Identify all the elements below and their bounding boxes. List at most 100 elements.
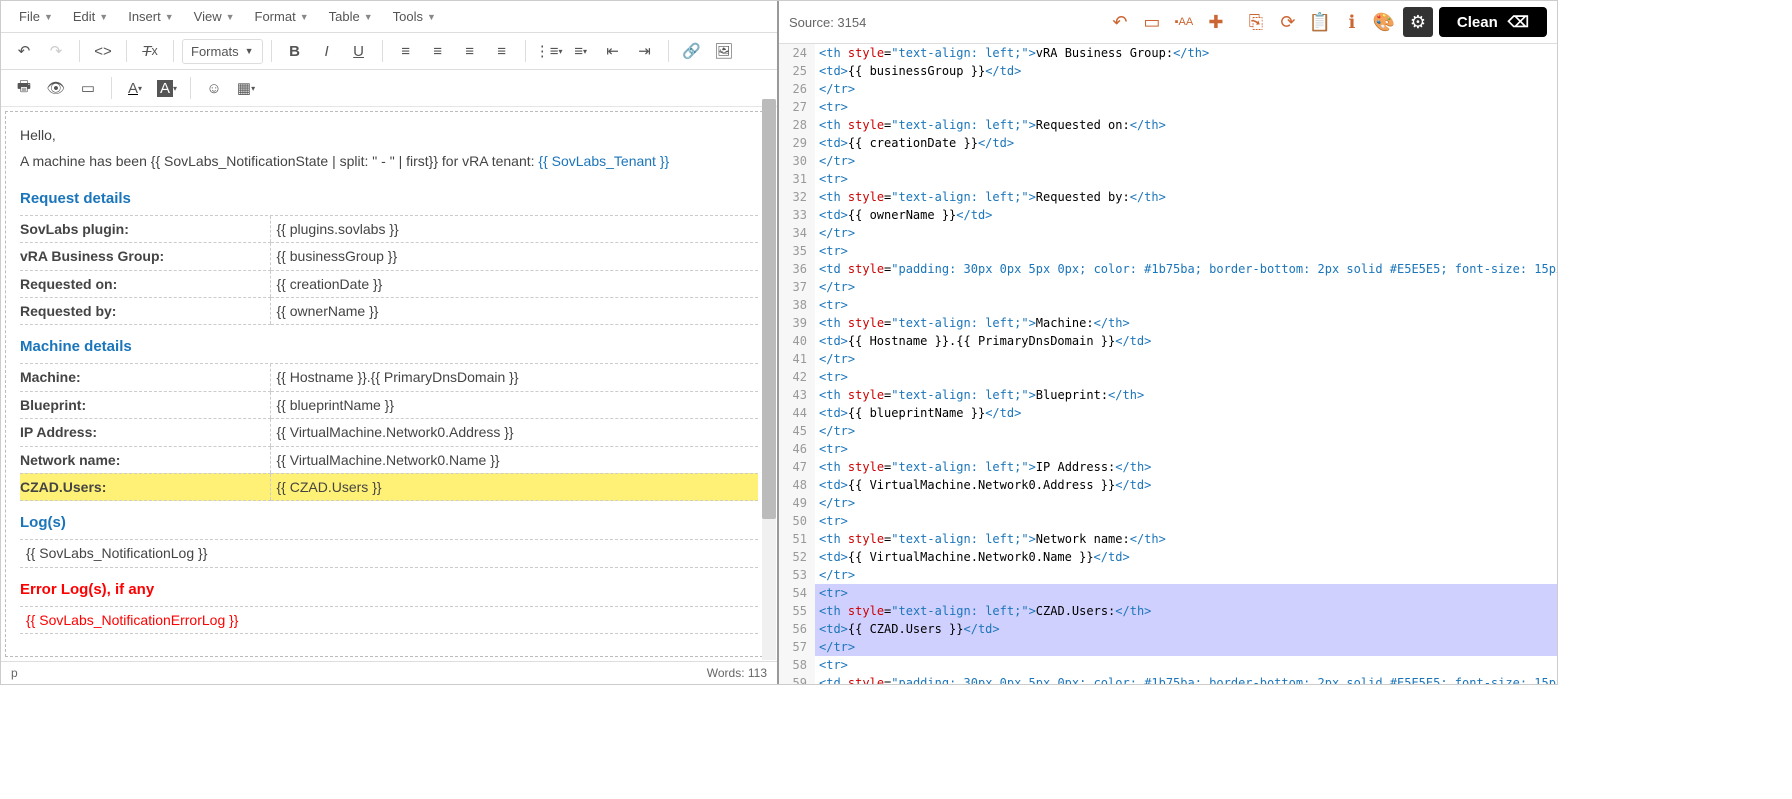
code-line[interactable]: 27<tr>: [779, 98, 1557, 116]
code-line[interactable]: 29<td>{{ creationDate }}</td>: [779, 134, 1557, 152]
code-line[interactable]: 41</tr>: [779, 350, 1557, 368]
code-line[interactable]: 53</tr>: [779, 566, 1557, 584]
preview-icon[interactable]: 👁: [41, 74, 71, 102]
link-icon[interactable]: 🔗: [677, 37, 707, 65]
logs-table: {{ SovLabs_NotificationLog }}: [20, 540, 758, 567]
table-row: Blueprint:{{ blueprintName }}: [20, 391, 758, 418]
outdent-icon[interactable]: ⇤: [598, 37, 628, 65]
refresh-icon[interactable]: ⟳: [1275, 9, 1301, 35]
italic-icon[interactable]: I: [312, 37, 342, 65]
align-left-icon[interactable]: ≡: [391, 37, 421, 65]
editor-content[interactable]: Hello, A machine has been {{ SovLabs_Not…: [5, 111, 773, 657]
code-line[interactable]: 45</tr>: [779, 422, 1557, 440]
palette-icon[interactable]: 🎨: [1371, 9, 1397, 35]
numbered-list-icon[interactable]: ≡▾: [566, 37, 596, 65]
source-code-icon[interactable]: <>: [88, 37, 118, 65]
code-line[interactable]: 50<tr>: [779, 512, 1557, 530]
code-line[interactable]: 39<th style="text-align: left;">Machine:…: [779, 314, 1557, 332]
word-count: Words: 113: [707, 666, 767, 680]
code-line[interactable]: 33<td>{{ ownerName }}</td>: [779, 206, 1557, 224]
code-line[interactable]: 37</tr>: [779, 278, 1557, 296]
formats-dropdown[interactable]: Formats▼: [182, 39, 263, 64]
export-icon[interactable]: ⎘: [1243, 9, 1269, 35]
code-line[interactable]: 31<tr>: [779, 170, 1557, 188]
menu-format[interactable]: Format▼: [245, 5, 319, 28]
image-icon[interactable]: 🖼: [709, 37, 739, 65]
print-icon[interactable]: 🖶: [9, 74, 39, 102]
code-line[interactable]: 55<th style="text-align: left;">CZAD.Use…: [779, 602, 1557, 620]
settings-icon[interactable]: ⚙: [1403, 7, 1433, 37]
table-row: Requested by:{{ ownerName }}: [20, 297, 758, 324]
code-line[interactable]: 48<td>{{ VirtualMachine.Network0.Address…: [779, 476, 1557, 494]
bullet-list-icon[interactable]: ⋮≡▾: [534, 37, 564, 65]
code-line[interactable]: 38<tr>: [779, 296, 1557, 314]
font-size-icon[interactable]: ▪AA: [1171, 9, 1197, 35]
machine-details-table: Machine:{{ Hostname }}.{{ PrimaryDnsDoma…: [20, 364, 758, 501]
underline-icon[interactable]: U: [344, 37, 374, 65]
emoticon-icon[interactable]: ☺: [199, 74, 229, 102]
code-line[interactable]: 43<th style="text-align: left;">Blueprin…: [779, 386, 1557, 404]
source-label: Source: 3154: [789, 15, 866, 30]
code-line[interactable]: 36<td style="padding: 30px 0px 5px 0px; …: [779, 260, 1557, 278]
code-line[interactable]: 54<tr>: [779, 584, 1557, 602]
code-line[interactable]: 32<th style="text-align: left;">Requeste…: [779, 188, 1557, 206]
code-line[interactable]: 51<th style="text-align: left;">Network …: [779, 530, 1557, 548]
menu-view[interactable]: View▼: [184, 5, 245, 28]
code-line[interactable]: 44<td>{{ blueprintName }}</td>: [779, 404, 1557, 422]
code-line[interactable]: 30</tr>: [779, 152, 1557, 170]
table-row: vRA Business Group:{{ businessGroup }}: [20, 243, 758, 270]
code-line[interactable]: 57</tr>: [779, 638, 1557, 656]
undo-icon[interactable]: ↶: [9, 37, 39, 65]
path-indicator[interactable]: p: [11, 666, 18, 680]
clear-formatting-icon[interactable]: Tx: [135, 37, 165, 65]
code-line[interactable]: 25<td>{{ businessGroup }}</td>: [779, 62, 1557, 80]
code-line[interactable]: 47<th style="text-align: left;">IP Addre…: [779, 458, 1557, 476]
undo-icon[interactable]: ↶: [1107, 9, 1133, 35]
template-icon[interactable]: ▭: [73, 74, 103, 102]
redo-icon[interactable]: ↷: [41, 37, 71, 65]
bold-icon[interactable]: B: [280, 37, 310, 65]
source-panel: Source: 3154 ↶ ▭ ▪AA ✚ ⎘ ⟳ 📋 ℹ 🎨 ⚙ Clean…: [779, 1, 1557, 684]
code-line[interactable]: 40<td>{{ Hostname }}.{{ PrimaryDnsDomain…: [779, 332, 1557, 350]
align-right-icon[interactable]: ≡: [455, 37, 485, 65]
clipboard-icon[interactable]: 📋: [1307, 9, 1333, 35]
add-icon[interactable]: ✚: [1203, 9, 1229, 35]
scrollbar-thumb[interactable]: [762, 99, 776, 519]
menu-file[interactable]: File▼: [9, 5, 63, 28]
code-line[interactable]: 24<th style="text-align: left;">vRA Busi…: [779, 44, 1557, 62]
request-details-table: SovLabs plugin:{{ plugins.sovlabs }}vRA …: [20, 216, 758, 326]
background-color-icon[interactable]: A▾: [152, 74, 182, 102]
menu-tools[interactable]: Tools▼: [383, 5, 446, 28]
table-row: Network name:{{ VirtualMachine.Network0.…: [20, 446, 758, 473]
indent-icon[interactable]: ⇥: [630, 37, 660, 65]
info-icon[interactable]: ℹ: [1339, 9, 1365, 35]
code-line[interactable]: 59<td style="padding: 30px 0px 5px 0px; …: [779, 674, 1557, 684]
code-line[interactable]: 58<tr>: [779, 656, 1557, 674]
code-line[interactable]: 28<th style="text-align: left;">Requeste…: [779, 116, 1557, 134]
code-line[interactable]: 34</tr>: [779, 224, 1557, 242]
code-line[interactable]: 35<tr>: [779, 242, 1557, 260]
align-center-icon[interactable]: ≡: [423, 37, 453, 65]
source-header: Source: 3154 ↶ ▭ ▪AA ✚ ⎘ ⟳ 📋 ℹ 🎨 ⚙ Clean…: [779, 1, 1557, 44]
menu-table[interactable]: Table▼: [319, 5, 383, 28]
source-code-area[interactable]: 24<th style="text-align: left;">vRA Busi…: [779, 44, 1557, 684]
code-line[interactable]: 42<tr>: [779, 368, 1557, 386]
table-icon[interactable]: ▦▾: [231, 74, 261, 102]
table-row: IP Address:{{ VirtualMachine.Network0.Ad…: [20, 419, 758, 446]
menu-insert[interactable]: Insert▼: [118, 5, 183, 28]
code-line[interactable]: 56<td>{{ CZAD.Users }}</td>: [779, 620, 1557, 638]
code-line[interactable]: 46<tr>: [779, 440, 1557, 458]
code-line[interactable]: 49</tr>: [779, 494, 1557, 512]
section-request-details: Request details: [20, 177, 758, 216]
code-line[interactable]: 26</tr>: [779, 80, 1557, 98]
source-toolbar: ↶ ▭ ▪AA ✚ ⎘ ⟳ 📋 ℹ 🎨 ⚙ Clean⌫: [1107, 7, 1547, 37]
code-line[interactable]: 52<td>{{ VirtualMachine.Network0.Name }}…: [779, 548, 1557, 566]
page-icon[interactable]: ▭: [1139, 9, 1165, 35]
text-color-icon[interactable]: A▾: [120, 74, 150, 102]
menu-edit[interactable]: Edit▼: [63, 5, 118, 28]
wysiwyg-editor: File▼ Edit▼ Insert▼ View▼ Format▼ Table▼…: [1, 1, 779, 684]
clean-button[interactable]: Clean⌫: [1439, 7, 1547, 37]
toolbar-second: 🖶 👁 ▭ A▾ A▾ ☺ ▦▾: [1, 70, 777, 107]
error-logs-table: {{ SovLabs_NotificationErrorLog }}: [20, 607, 758, 634]
align-justify-icon[interactable]: ≡: [487, 37, 517, 65]
